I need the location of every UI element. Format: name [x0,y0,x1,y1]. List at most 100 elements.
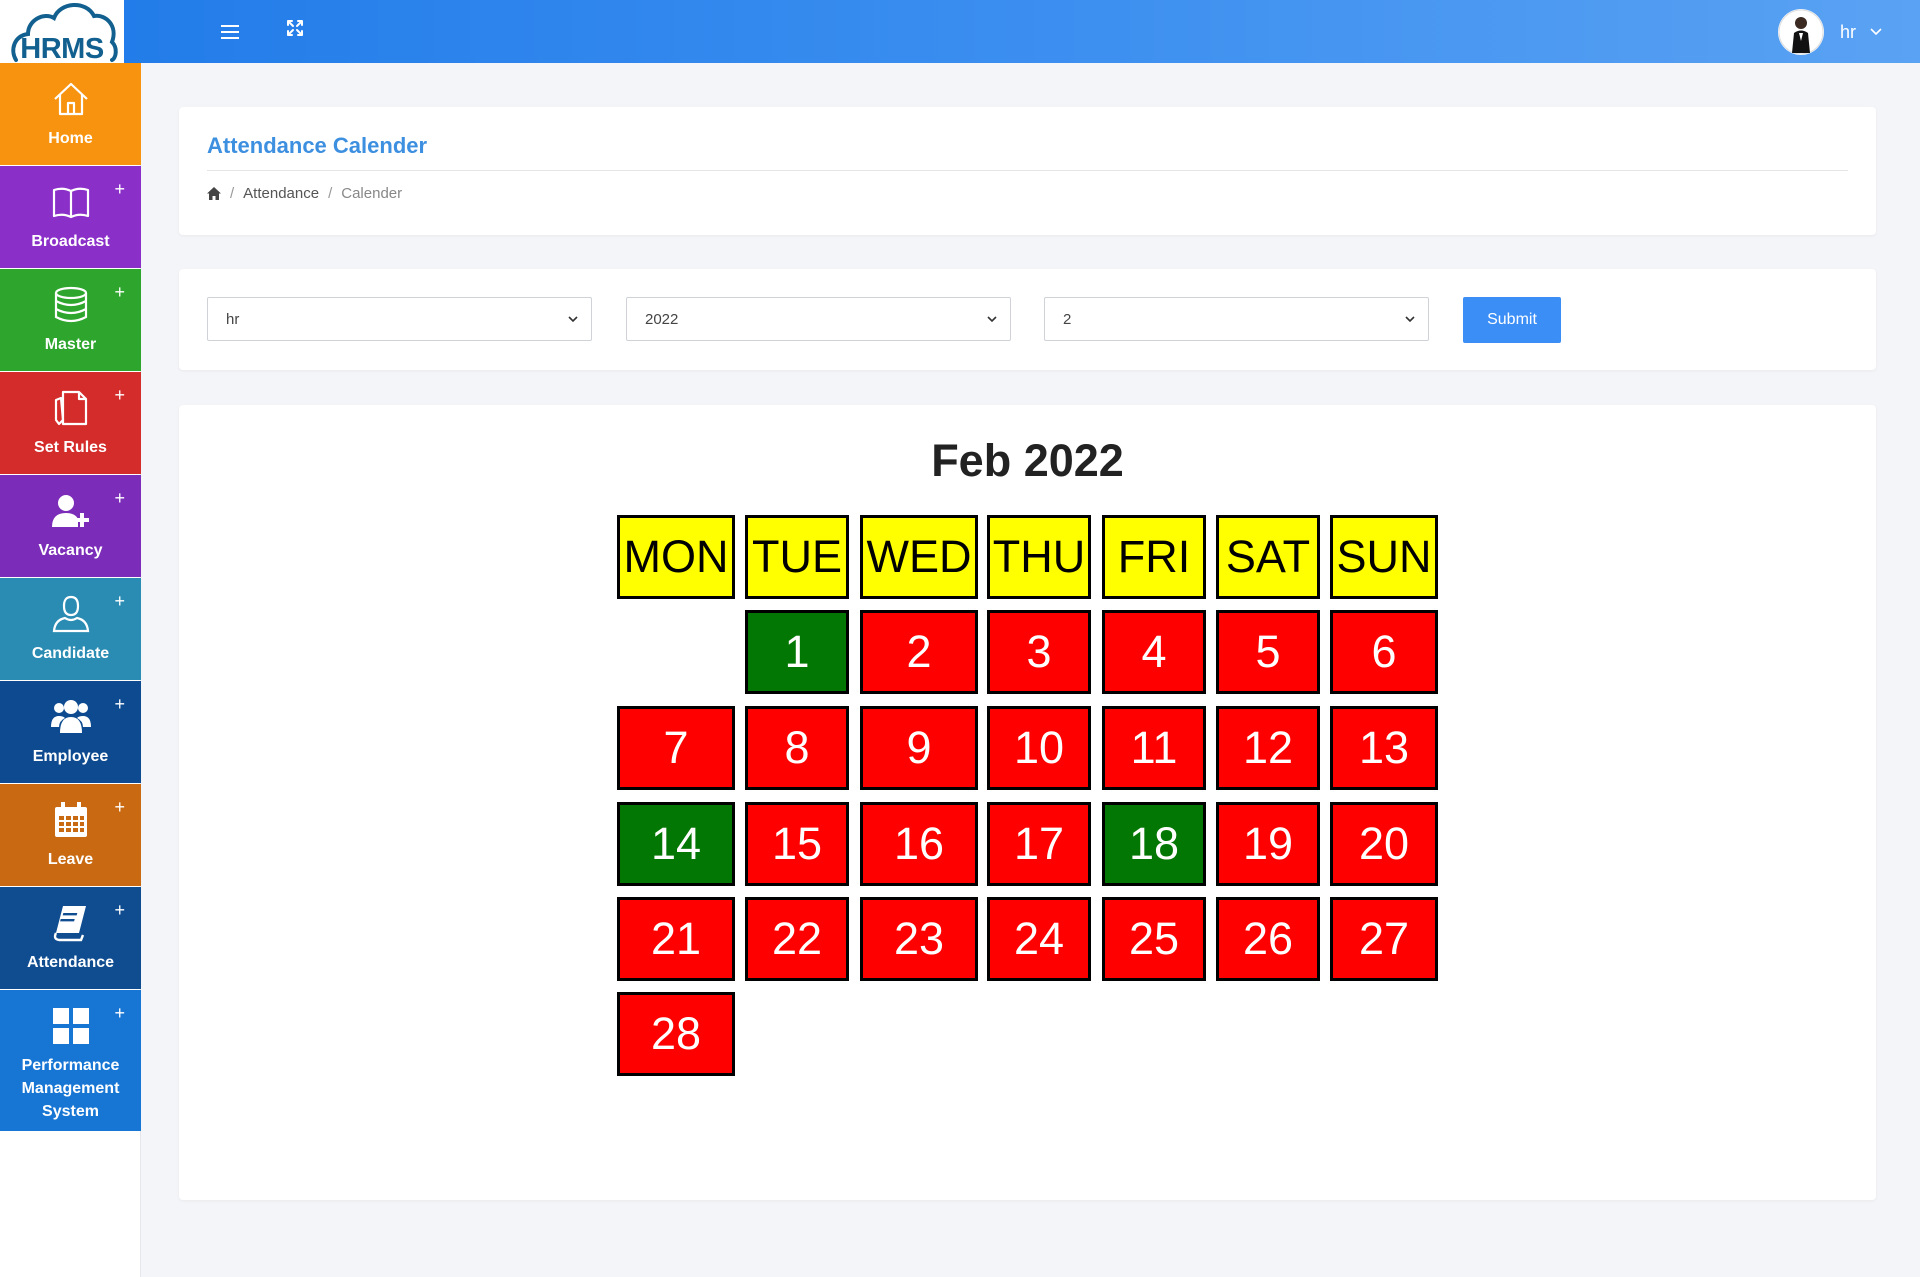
calendar-day-17[interactable]: 17 [987,802,1091,886]
sidebar-item-label: Attendance [26,954,115,971]
sidebar-item-master[interactable]: + Master [0,269,141,371]
book-icon [52,187,89,219]
user-name: hr [1839,21,1856,42]
plus-icon: + [114,1003,125,1023]
sidebar-item-home[interactable]: Home [0,63,141,165]
plus-icon: + [114,282,125,302]
user-menu[interactable]: hr [1777,9,1882,55]
calendar-day-19[interactable]: 19 [1216,802,1320,886]
breadcrumb-attendance-link[interactable]: Attendance [243,185,319,202]
breadcrumb-current: Calender [341,185,403,202]
database-icon [54,286,87,323]
sidebar-item-leave[interactable]: + Leave [0,784,141,886]
chevron-down-icon [1870,28,1882,36]
calendar-day-21[interactable]: 21 [617,897,735,981]
user-avatar-icon [1778,9,1824,55]
avatar [1777,9,1824,55]
calendar-day-2[interactable]: 2 [860,610,978,694]
calendar-day-12[interactable]: 12 [1216,706,1320,790]
calendar-card: Feb 2022 MON TUE WED THU FRI SAT SUN 1 2 3 4 5 6 7 8 9 1… [179,405,1876,1200]
plus-icon: + [114,385,125,405]
year-select-value: 2022 [645,310,679,328]
weekday-header: MON [617,515,735,599]
sidebar-item-set-rules[interactable]: + Set Rules [0,372,141,474]
plus-icon: + [114,591,125,611]
page-title: Attendance Calender [207,133,428,158]
notebook-icon [53,906,86,942]
plus-icon: + [114,694,125,714]
weekday-header: SUN [1330,515,1438,599]
sidebar: Home + Broadcast + Master + Set Rules + … [0,63,141,1277]
sidebar-item-label: Master [44,336,97,353]
submit-button[interactable]: Submit [1463,297,1561,343]
divider [207,170,1848,171]
calendar-day-22[interactable]: 22 [745,897,849,981]
weekday-header: FRI [1102,515,1206,599]
sidebar-item-broadcast[interactable]: + Broadcast [0,166,141,268]
hrms-logo[interactable]: HRMS [0,0,124,63]
chevron-down-icon [987,316,997,323]
sidebar-item-label: Vacancy [38,542,103,559]
expand-icon [287,20,303,36]
sidebar-item-label: Home [48,130,93,147]
calendar-day-11[interactable]: 11 [1102,706,1206,790]
calendar-day-18[interactable]: 18 [1102,802,1206,886]
logo-text: HRMS [20,33,104,63]
calendar-day-10[interactable]: 10 [987,706,1091,790]
page-header-card: Attendance Calender / Attendance / Calen… [179,107,1876,235]
calendar-day-28[interactable]: 28 [617,992,735,1076]
calendar-icon [54,802,87,837]
calendar-day-15[interactable]: 15 [745,802,849,886]
calendar-day-1[interactable]: 1 [745,610,849,694]
calendar-day-8[interactable]: 8 [745,706,849,790]
sidebar-item-label: Leave [47,851,94,868]
sidebar-item-label: Broadcast [31,233,110,250]
weekday-header: THU [987,515,1091,599]
home-icon[interactable] [207,187,221,200]
breadcrumb-separator: / [230,185,235,202]
calendar-day-14[interactable]: 14 [617,802,735,886]
calendar-day-13[interactable]: 13 [1330,706,1438,790]
breadcrumb-separator: / [328,185,333,202]
sidebar-item-label: Candidate [31,645,110,662]
sidebar-item-label: Performance Management System [21,1057,120,1120]
user-icon [52,595,89,633]
employee-select[interactable]: hr [207,297,592,341]
rules-icon [54,390,87,426]
calendar-day-23[interactable]: 23 [860,897,978,981]
fullscreen-button[interactable] [279,12,311,44]
plus-icon: + [114,797,125,817]
calendar-day-27[interactable]: 27 [1330,897,1438,981]
plus-icon: + [114,900,125,920]
calendar-day-7[interactable]: 7 [617,706,735,790]
plus-icon: + [114,488,125,508]
chevron-down-icon [1405,316,1415,323]
sidebar-item-candidate[interactable]: + Candidate [0,578,141,680]
top-bar: HRMS hr [0,0,1920,63]
month-select[interactable]: 2 [1044,297,1429,341]
chevron-down-icon [568,316,578,323]
calendar-day-16[interactable]: 16 [860,802,978,886]
filter-card: hr 2022 2 Submit [179,269,1876,370]
calendar-day-3[interactable]: 3 [987,610,1091,694]
calendar-day-9[interactable]: 9 [860,706,978,790]
plus-icon: + [114,179,125,199]
employee-select-value: hr [226,310,240,328]
calendar-day-5[interactable]: 5 [1216,610,1320,694]
sidebar-item-vacancy[interactable]: + Vacancy [0,475,141,577]
sidebar-item-attendance[interactable]: + Attendance [0,887,141,989]
sidebar-item-employee[interactable]: + Employee [0,681,141,783]
calendar-day-4[interactable]: 4 [1102,610,1206,694]
menu-toggle-button[interactable] [214,16,246,48]
user-plus-icon [51,495,89,527]
calendar-day-6[interactable]: 6 [1330,610,1438,694]
calendar-day-25[interactable]: 25 [1102,897,1206,981]
sidebar-item-label: Set Rules [34,439,107,456]
month-select-value: 2 [1063,310,1072,328]
year-select[interactable]: 2022 [626,297,1011,341]
calendar-day-26[interactable]: 26 [1216,897,1320,981]
calendar-day-20[interactable]: 20 [1330,802,1438,886]
hamburger-icon [221,25,239,39]
sidebar-item-performance-management-system[interactable]: + Performance Management System [0,990,141,1131]
calendar-day-24[interactable]: 24 [987,897,1091,981]
